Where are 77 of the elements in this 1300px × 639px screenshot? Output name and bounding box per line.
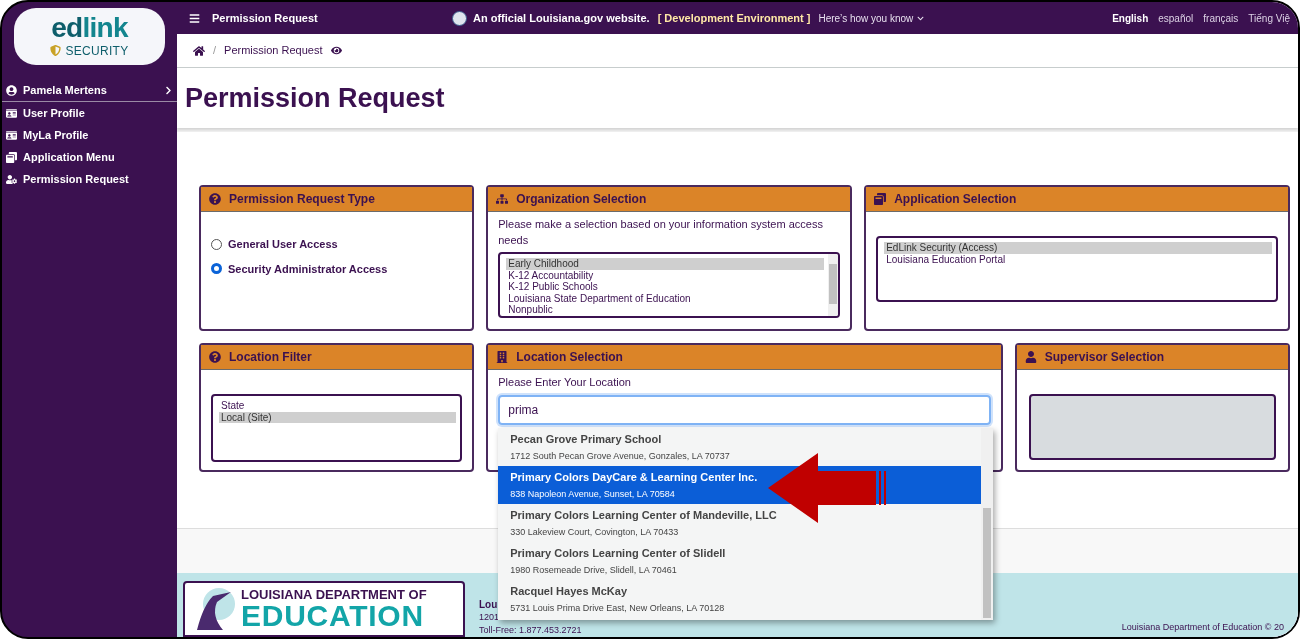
page-title: Permission Request <box>185 81 445 115</box>
top-bar-title: Permission Request <box>212 10 319 26</box>
footer-logo-text: LOUISIANA DEPARTMENT OF <box>241 587 427 601</box>
list-option[interactable]: State <box>219 400 457 412</box>
logo-badge[interactable]: edlink SECURITY <box>14 8 165 65</box>
footer-text: Lou <box>479 598 498 611</box>
language-link[interactable]: Tiếng Việ <box>1248 10 1290 26</box>
home-icon[interactable] <box>193 44 205 57</box>
result-option[interactable]: Primary Colors Learning Center of Mandeville, LLC 330 Lakeview Court, Covington, LA 70433 <box>498 504 982 542</box>
list-option[interactable]: Early Childhood <box>506 258 825 270</box>
panel-icon <box>496 351 509 363</box>
result-option[interactable]: Primary Colors Learning Center of Slidell 1980 Rosemeade Drive, Slidell, LA 70461 <box>498 542 982 580</box>
result-option[interactable]: Racquel Hayes McKay 5731 Louis Prima Drive East, New Orleans, LA 70128 <box>498 580 982 618</box>
list-box[interactable]: State Local (Site) <box>211 394 463 462</box>
list-box[interactable]: EdLink Security (Access) Louisiana Education Portal <box>876 236 1278 302</box>
list-option[interactable]: K-12 Public Schools <box>506 281 825 293</box>
scrollbar[interactable] <box>981 428 994 620</box>
language-link[interactable]: English <box>1112 10 1149 26</box>
sidebar-icon <box>6 129 17 141</box>
panel-title: Organization Selection <box>516 191 647 208</box>
footer-text: 1201 <box>479 611 500 624</box>
panel-title: Application Selection <box>894 191 1017 208</box>
user-menu[interactable]: Pamela Mertens <box>2 80 177 102</box>
sidebar-icon <box>6 173 17 185</box>
environment-label: [ Development Environment ] <box>657 10 811 26</box>
list-option[interactable]: Local (Site) <box>219 411 457 423</box>
how-you-know-button[interactable]: Here’s how you know <box>818 10 925 26</box>
scrollbar[interactable] <box>828 254 839 316</box>
list-box[interactable]: Early Childhood K-12 Accountability K-12 Public Schools Louisiana State Department of Education Nonpublic <box>498 252 841 318</box>
panel-icon <box>496 193 509 205</box>
list-option[interactable]: Nonpublic <box>506 304 825 316</box>
logo-word: link <box>82 13 128 42</box>
sidebar-item[interactable]: User Profile <box>2 102 177 124</box>
panel-title: Supervisor Selection <box>1044 349 1165 366</box>
list-option[interactable]: Louisiana Education Portal <box>884 253 1272 265</box>
menu-icon[interactable] <box>189 12 200 24</box>
list-option[interactable]: K-12 Accountability <box>506 269 825 281</box>
seal-icon <box>452 10 467 26</box>
radio-label: General User Access <box>228 237 338 252</box>
location-input[interactable]: prima <box>498 394 991 425</box>
supervisor-box[interactable] <box>1028 394 1276 460</box>
eye-icon[interactable] <box>330 45 342 56</box>
list-option[interactable]: EdLink Security (Access) <box>884 242 1272 254</box>
footer-logo-text: EDUCATION <box>241 600 424 631</box>
instruction-text: Please make a selection based on your information system access needs <box>498 217 824 248</box>
chevron-icon <box>164 86 173 95</box>
panel-icon <box>209 193 221 205</box>
panel-icon <box>209 351 221 363</box>
language-link[interactable]: español <box>1158 10 1194 26</box>
panel-icon <box>874 193 887 205</box>
radio-button[interactable] <box>211 263 222 275</box>
radio-label: Security Administrator Access <box>228 261 388 277</box>
breadcrumb-current: Permission Request <box>224 43 323 59</box>
sidebar-item[interactable]: Permission Request <box>2 168 177 190</box>
sidebar-item[interactable]: MyLa Profile <box>2 124 177 146</box>
panel-title: Location Filter <box>229 349 312 366</box>
official-notice: An official Louisiana.gov website. <box>473 10 650 26</box>
sidebar-icon <box>6 107 17 119</box>
list-option[interactable]: Louisiana State Department of Education <box>506 292 825 304</box>
panel-title: Location Selection <box>516 349 623 366</box>
breadcrumb-separator: / <box>213 43 217 59</box>
user-icon <box>6 85 17 96</box>
copyright-text: Louisiana Department of Education © 20 <box>1121 620 1285 634</box>
chevron-icon <box>917 14 925 22</box>
shield-icon <box>50 45 62 56</box>
sidebar-icon <box>6 151 17 163</box>
result-option[interactable]: Pecan Grove Primary School 1712 South Pecan Grove Avenue, Gonzales, LA 70737 <box>498 428 982 466</box>
results-dropdown[interactable] <box>498 428 994 620</box>
panel-title: Permission Request Type <box>229 191 375 208</box>
logo-word: ed <box>51 13 83 42</box>
radio-button[interactable] <box>211 238 222 250</box>
sidebar-item[interactable]: Application Menu <box>2 146 177 168</box>
field-label: Please Enter Your Location <box>498 375 632 390</box>
footer-text: Toll-Free: 1.877.453.2721 <box>479 624 582 637</box>
logo-tagline: SECURITY <box>65 42 129 60</box>
panel-icon <box>1024 351 1037 363</box>
language-link[interactable]: français <box>1203 10 1239 26</box>
